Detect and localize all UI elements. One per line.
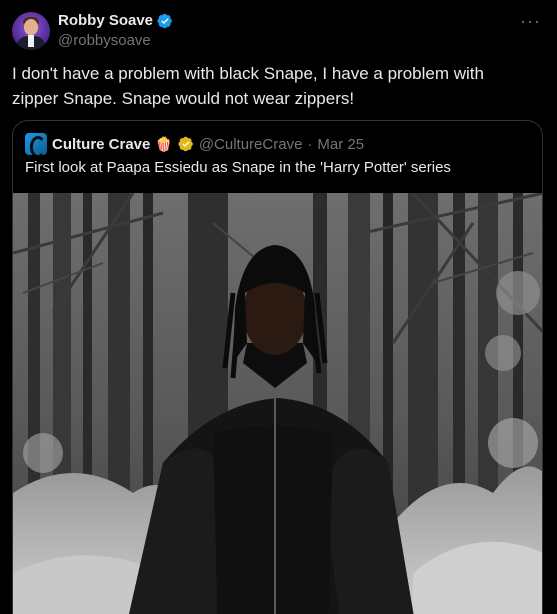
quoted-tweet-photo[interactable] [13,193,542,614]
quoted-author-handle[interactable]: @CultureCrave [199,136,303,153]
quoted-author-name[interactable]: Culture Crave [52,136,150,153]
verified-gold-badge-icon [178,136,193,152]
tweet-text: I don't have a problem with black Snape,… [12,64,484,108]
separator-dot: · [307,135,313,153]
quoted-tweet-header: Culture Crave 🍿 @CultureCrave · Mar 25 [25,133,364,155]
author-name-row: Robby Soave [58,12,173,29]
quoted-tweet[interactable]: Culture Crave 🍿 @CultureCrave · Mar 25 F… [12,120,543,614]
tweet-card: Robby Soave @robbysoave ··· I don't have… [0,0,557,614]
quoted-tweet-date[interactable]: Mar 25 [317,136,364,153]
avatar-shirt [28,35,34,47]
more-options-button[interactable]: ··· [520,12,541,30]
author-avatar[interactable] [12,12,50,50]
popcorn-emoji-icon: 🍿 [155,135,173,152]
avatar-face [24,19,38,35]
verified-badge-icon [157,13,172,28]
quoted-author-avatar[interactable] [25,133,47,155]
author-handle[interactable]: @robbysoave [58,32,151,49]
photo-illustration [13,193,542,614]
quoted-tweet-text: First look at Paapa Essiedu as Snape in … [25,159,451,176]
author-display-name[interactable]: Robby Soave [58,12,153,29]
